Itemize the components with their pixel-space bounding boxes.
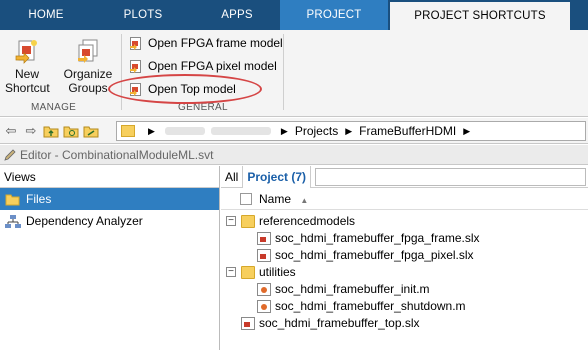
- browse-folder-icon[interactable]: [62, 122, 80, 140]
- tree-item-label: soc_hdmi_framebuffer_top.slx: [259, 316, 420, 330]
- matlab-script-icon: [257, 300, 271, 313]
- tree-item-label: soc_hdmi_framebuffer_init.m: [275, 282, 430, 296]
- tab-plots[interactable]: PLOTS: [92, 0, 194, 30]
- pencil-icon: [3, 148, 17, 162]
- column-header-name[interactable]: Name ▲: [221, 188, 588, 210]
- simulink-model-icon: [257, 249, 271, 262]
- redacted-path-segment: [210, 127, 271, 135]
- matlab-script-icon: [257, 283, 271, 296]
- view-item-files[interactable]: Files: [0, 188, 219, 210]
- views-panel: Views Files Dependency Analyzer: [0, 166, 220, 350]
- breadcrumb-framebufferhdmi[interactable]: FrameBufferHDMI: [359, 124, 456, 138]
- project-file-tree: − referencedmodels soc_hdmi_framebuffer_…: [221, 210, 588, 332]
- model-shortcut-icon: [130, 36, 142, 50]
- address-bar: ⇦ ⇨ ▶ ▶ Projects ▶ FrameBufferHDMI ▶: [0, 118, 588, 144]
- view-item-label: Dependency Analyzer: [26, 214, 143, 228]
- breadcrumb-separator: ▶: [345, 125, 353, 136]
- find-folder-icon[interactable]: [82, 122, 100, 140]
- forward-arrow-icon[interactable]: ⇨: [22, 122, 40, 140]
- editor-title: Editor - CombinationalModuleML.svt: [20, 148, 214, 162]
- tree-file[interactable]: soc_hdmi_framebuffer_fpga_pixel.slx: [221, 247, 588, 264]
- tree-folder-utilities[interactable]: − utilities: [221, 264, 588, 281]
- tree-file[interactable]: soc_hdmi_framebuffer_init.m: [221, 281, 588, 298]
- simulink-model-icon: [257, 232, 271, 245]
- tree-file[interactable]: soc_hdmi_framebuffer_fpga_frame.slx: [221, 230, 588, 247]
- tab-project-shortcuts[interactable]: PROJECT SHORTCUTS: [390, 2, 570, 30]
- current-folder-path[interactable]: ▶ ▶ Projects ▶ FrameBufferHDMI ▶: [116, 121, 586, 141]
- tab-all[interactable]: All: [221, 166, 242, 188]
- new-shortcut-label-1: New: [14, 67, 39, 81]
- shortcut-open-fpga-pixel-model[interactable]: Open FPGA pixel model: [130, 57, 277, 75]
- folder-icon: [241, 215, 255, 228]
- manage-section-label: MANAGE: [31, 102, 77, 113]
- highlight-annotation: [108, 74, 262, 104]
- breadcrumb-separator: ▶: [148, 125, 155, 136]
- shortcut-open-fpga-frame-model[interactable]: Open FPGA frame model: [130, 34, 283, 52]
- sort-ascending-icon: ▲: [300, 196, 309, 205]
- organize-groups-label-1: Organize: [63, 67, 113, 81]
- tree-item-label: soc_hdmi_framebuffer_shutdown.m: [275, 299, 466, 313]
- breadcrumb-separator: ▶: [280, 125, 288, 136]
- new-shortcut-label-2: Shortcut: [5, 81, 50, 95]
- back-arrow-icon[interactable]: ⇦: [2, 122, 20, 140]
- collapse-toggle[interactable]: −: [226, 216, 236, 226]
- breadcrumb-projects[interactable]: Projects: [295, 124, 338, 138]
- views-header: Views: [0, 166, 219, 188]
- redacted-path-segment: [164, 127, 205, 135]
- tree-file[interactable]: soc_hdmi_framebuffer_top.slx: [221, 315, 588, 332]
- column-name-label: Name: [259, 192, 292, 206]
- tab-apps[interactable]: APPS: [194, 0, 280, 30]
- folder-icon: [241, 266, 255, 279]
- ribbon-divider: [283, 34, 284, 110]
- editor-titlebar[interactable]: Editor - CombinationalModuleML.svt: [0, 145, 588, 165]
- tab-project-files[interactable]: Project (7): [242, 165, 312, 188]
- ribbon: New Shortcut Organize Groups MANAGE Open…: [0, 30, 588, 117]
- breadcrumb-separator: ▶: [463, 125, 471, 136]
- tree-item-label: utilities: [259, 265, 296, 279]
- tab-home[interactable]: HOME: [0, 0, 92, 30]
- project-search-input[interactable]: [315, 167, 586, 186]
- view-item-label: Files: [26, 192, 52, 206]
- model-shortcut-icon: [130, 59, 142, 73]
- up-folder-icon[interactable]: [42, 122, 60, 140]
- folder-icon: [121, 125, 135, 137]
- tree-file[interactable]: soc_hdmi_framebuffer_shutdown.m: [221, 298, 588, 315]
- shortcut-label: Open FPGA pixel model: [148, 59, 277, 73]
- tree-folder-referencedmodels[interactable]: − referencedmodels: [221, 213, 588, 230]
- project-files-panel: All Project (7) Name ▲ − referencedmodel…: [221, 165, 588, 350]
- simulink-model-icon: [241, 317, 255, 330]
- toolstrip-tab-bar: HOME PLOTS APPS PROJECT PROJECT SHORTCUT…: [0, 0, 588, 30]
- tree-item-label: soc_hdmi_framebuffer_fpga_pixel.slx: [275, 248, 474, 262]
- dependency-tree-icon: [5, 214, 21, 228]
- project-tabs: All Project (7): [221, 165, 588, 188]
- new-shortcut-icon: [14, 38, 40, 64]
- organize-groups-icon: [75, 38, 101, 64]
- folder-open-icon: [5, 192, 21, 206]
- new-shortcut-button[interactable]: New Shortcut: [5, 38, 50, 95]
- collapse-toggle[interactable]: −: [226, 267, 236, 277]
- view-item-dependency-analyzer[interactable]: Dependency Analyzer: [0, 210, 219, 232]
- ribbon-divider: [121, 34, 122, 110]
- tree-item-label: referencedmodels: [259, 214, 356, 228]
- tab-project[interactable]: PROJECT: [280, 0, 388, 30]
- shortcut-label: Open FPGA frame model: [148, 36, 283, 50]
- tree-item-label: soc_hdmi_framebuffer_fpga_frame.slx: [275, 231, 480, 245]
- select-all-checkbox[interactable]: [240, 193, 252, 205]
